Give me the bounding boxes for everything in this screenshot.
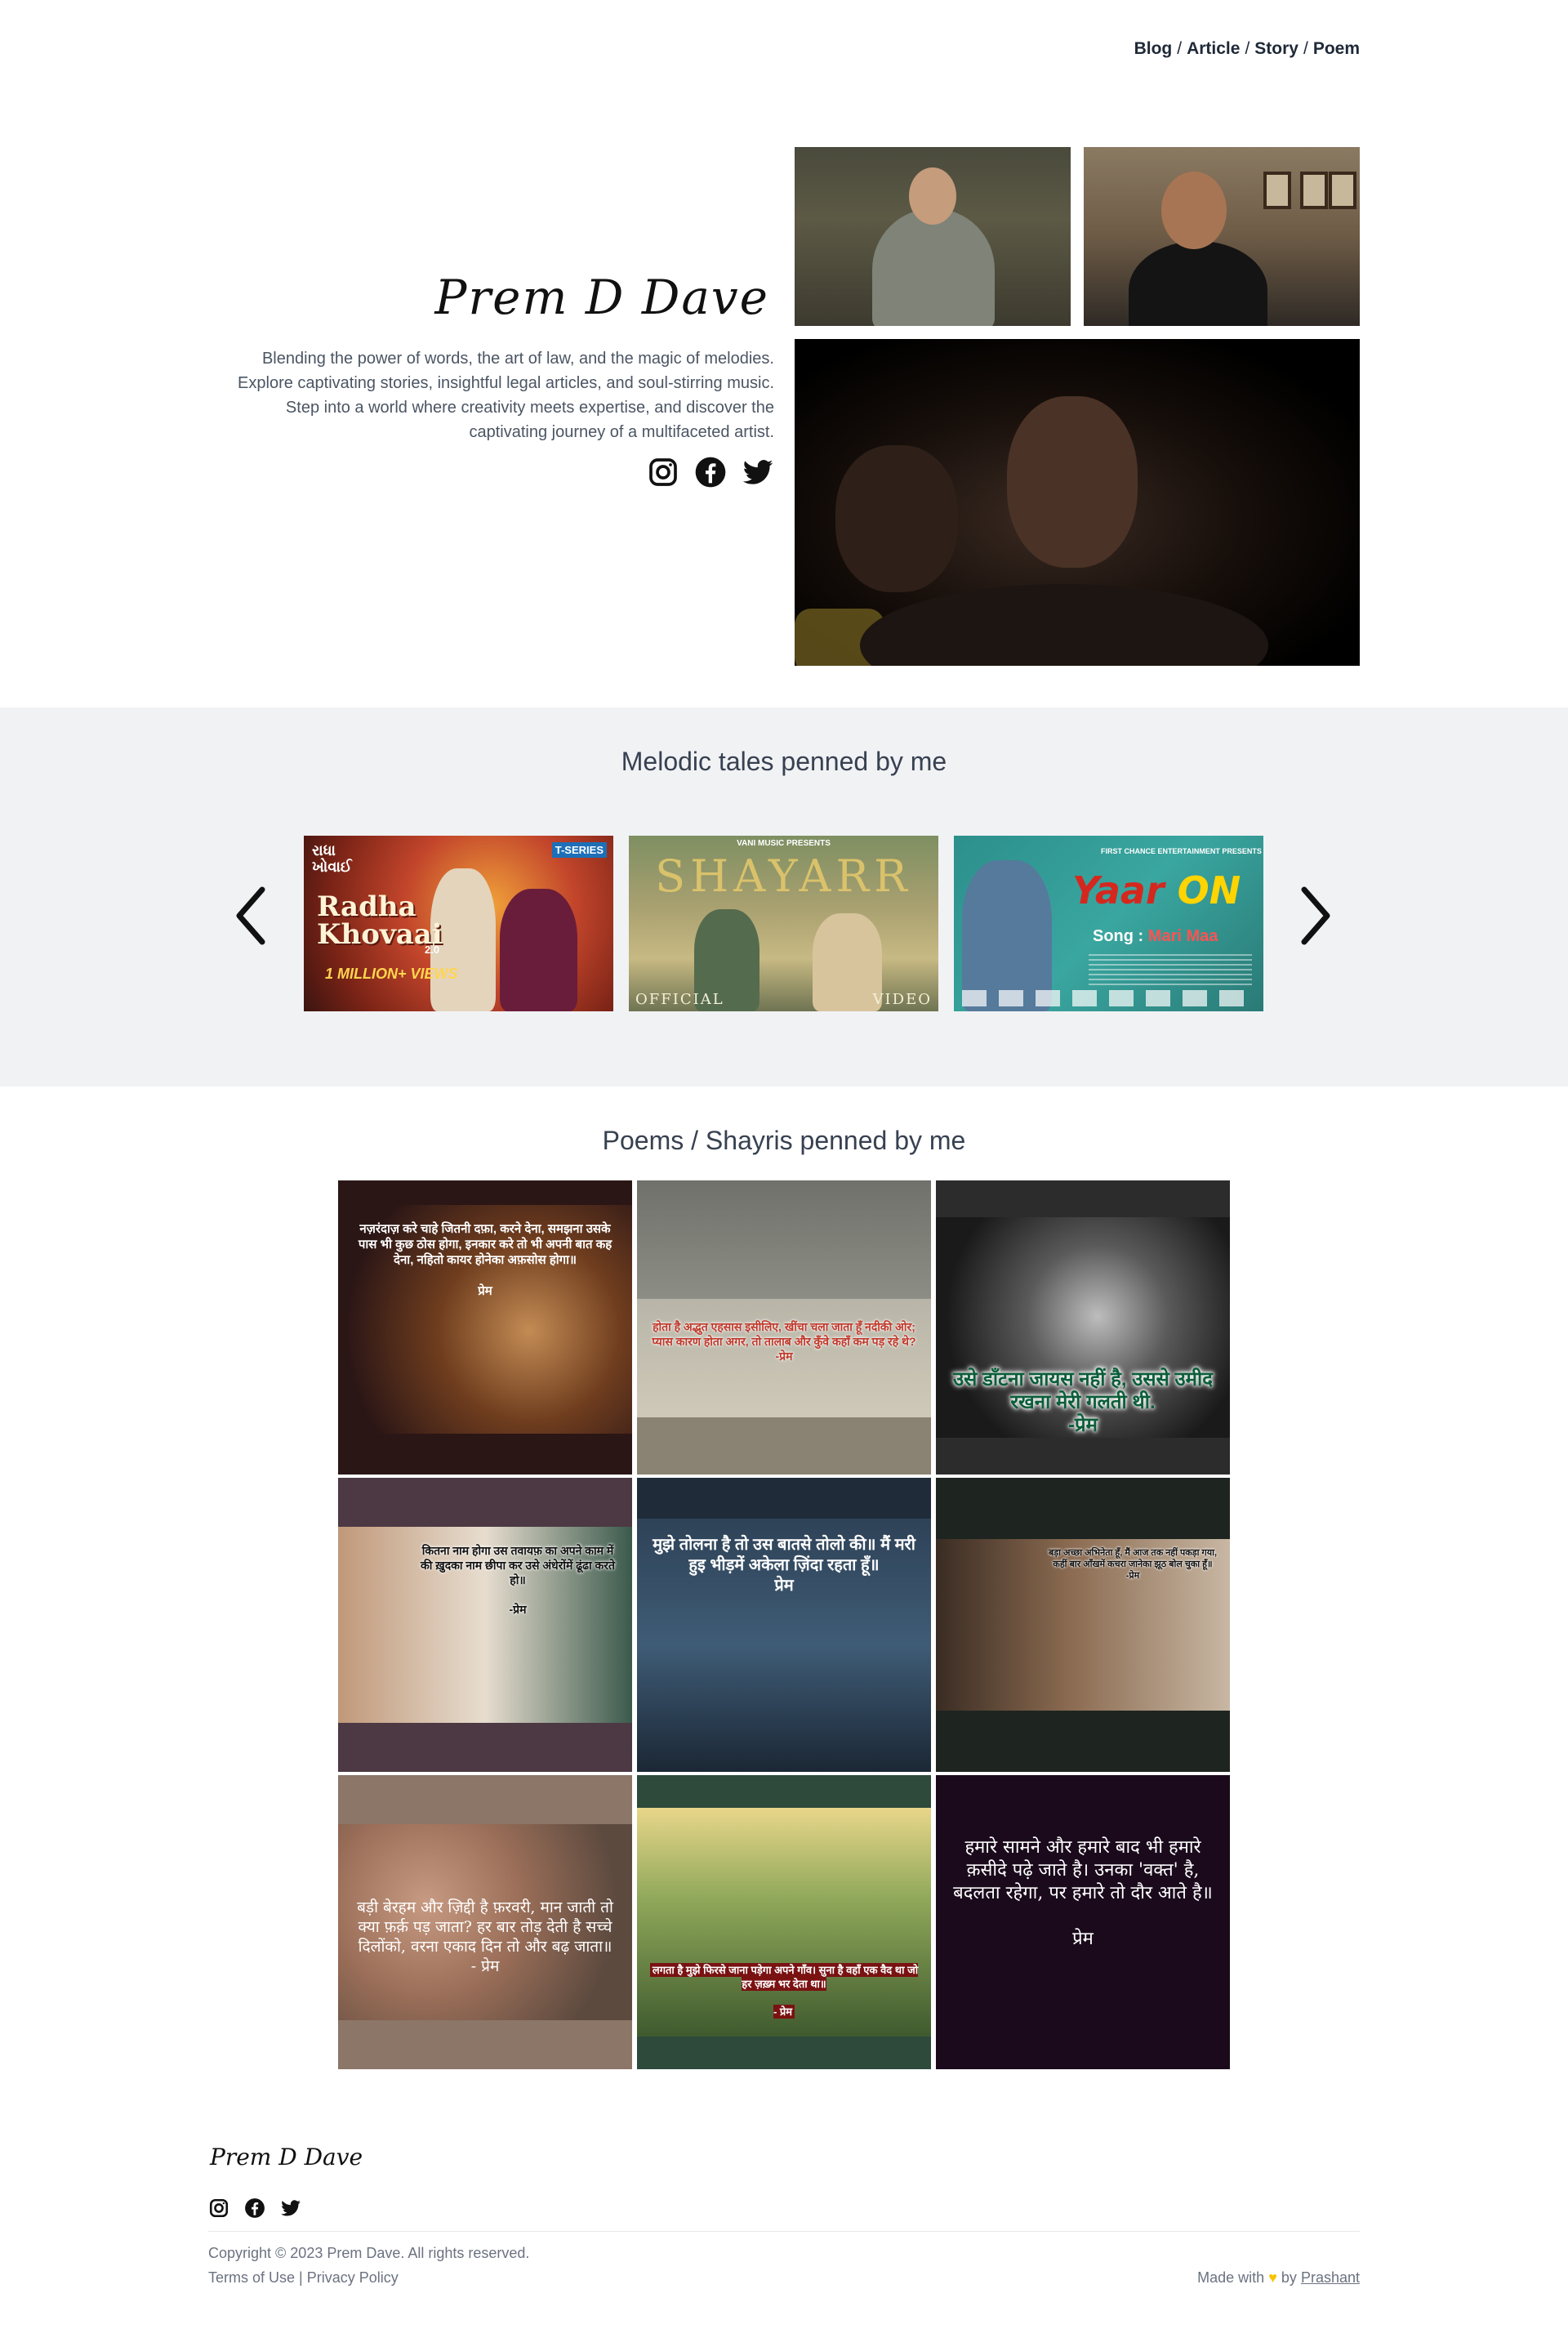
thumb-title: Yaar ON [1072,868,1241,912]
footer-link-separator: | [299,2269,303,2286]
poem-text: मुझे तोलना है तो उस बातसे तोलो की॥ मैं म… [653,1536,915,1595]
thumb-figure [813,913,882,1011]
thumb-views-badge: 1 MILLION+ VIEWS [325,966,458,982]
thumb-presenter: VANI MUSIC PRESENTS [737,839,831,848]
poem-card[interactable]: नज़रंदाज़ करे चाहे जितनी दफ़ा, करने देना… [338,1180,632,1475]
nav-separator: / [1177,39,1183,58]
facebook-icon[interactable] [244,2197,265,2223]
footer-legal-links: Terms of Use | Privacy Policy [208,2269,399,2287]
top-nav: Blog / Article / Story / Poem [1134,39,1360,59]
brand-logo: Prem D Dave [430,270,774,330]
poem-text: बड़ी बेरहम और ज़िद्दी है फ़रवरी, मान जात… [357,1898,613,1975]
thumb-song-label: Song : [1093,927,1144,945]
nav-separator: / [1303,39,1308,58]
poem-text: होता है अद्भुत एहसास इसीलिए, खींचा चला ज… [652,1320,916,1363]
poem-card[interactable]: कितना नाम होगा उस तवायफ़ का अपने काम में… [338,1478,632,1772]
twitter-icon[interactable] [742,456,774,493]
instagram-icon[interactable] [647,456,679,493]
poems-grid: नज़रंदाज़ करे चाहे जितनी दफ़ा, करने देना… [338,1180,1230,2069]
carousel-prev-button[interactable] [231,883,272,948]
poem-card[interactable]: लगता है मुझे फिरसे जाना पड़ेगा अपने गाँव… [637,1775,931,2069]
poem-card[interactable]: बड़ी बेरहम और ज़िद्दी है फ़रवरी, मान जात… [338,1775,632,2069]
chevron-left-icon [236,886,265,945]
photo-figure [872,208,995,326]
poem-card[interactable]: उसे डाँटना जायस नहीं है, उससे उमीद रखना … [936,1180,1230,1475]
footer-social-links [208,2197,301,2223]
poem-card[interactable]: बड़ा अच्छा अभिनेता हूँ, मैं आज तक नहीं प… [936,1478,1230,1772]
hero-paragraph-1: Blending the power of words, the art of … [238,350,774,392]
thumb-title-part: Yaar [1072,868,1165,912]
photo-figure [1129,241,1267,326]
poem-text: उसे डाँटना जायस नहीं है, उससे उमीद रखना … [953,1368,1213,1436]
thumb-song-name: Mari Maa [1147,927,1218,945]
photo-figure-head [835,445,958,592]
thumb-label-logo: T-SERIES [551,842,607,858]
photo-figure [860,584,1268,666]
thumb-figure [962,860,1052,1011]
by-text: by [1281,2269,1297,2286]
poem-image [637,1180,931,1299]
hero-photo-portrait [1084,147,1360,326]
thumb-sponsor-logos [962,990,1255,1006]
wall-frame [1263,172,1291,209]
poems-title: Poems / Shayris penned by me [602,1126,966,1155]
thumb-footer-right: VIDEO [872,991,932,1008]
thumb-presenter: FIRST CHANCE ENTERTAINMENT PRESENTS [1101,847,1262,855]
wall-frame [1329,172,1356,209]
instagram-icon[interactable] [208,2197,229,2223]
poem-text-highlight: लगता है मुझे फिरसे जाना पड़ेगा अपने गाँव… [649,1963,919,2019]
poem-text: कितना नाम होगा उस तवायफ़ का अपने काम में… [420,1544,616,1616]
hero-paragraph-2: Step into a world where creativity meets… [285,399,774,441]
nav-story-link[interactable]: Story [1254,39,1298,58]
thumb-footer-left: OFFICIAL [635,991,724,1008]
footer-divider [208,2231,1360,2232]
footer-copyright: Copyright © 2023 Prem Dave. All rights r… [208,2245,530,2261]
thumb-credits [1089,954,1252,987]
poem-card[interactable]: हमारे सामने और हमारे बाद भी हमारे क़सीदे… [936,1775,1230,2069]
thumb-figure [500,889,577,1011]
poem-text: नज़रंदाज़ करे चाहे जितनी दफ़ा, करने देना… [358,1222,612,1298]
hero-intro: Prem D Dave Blending the power of words,… [208,270,774,493]
thumb-title: Radha Khovaai [317,890,443,951]
nav-separator: / [1245,39,1250,58]
chevron-right-icon [1301,886,1330,945]
photo-figure-head [1161,172,1227,249]
poem-text: बड़ा अच्छा अभिनेता हूँ, मैं आज तक नहीं प… [1048,1548,1218,1581]
thumb-song-line: Song : Mari Maa [1093,927,1218,946]
carousel-next-button[interactable] [1294,883,1335,948]
photo-figure-head [1007,396,1138,568]
poem-text: हमारे सामने और हमारे बाद भी हमारे क़सीदे… [953,1837,1213,1949]
wall-frame [1300,172,1328,209]
hero-photo-conference [795,147,1071,326]
melodic-section: Melodic tales penned by me રાધા ખોવાઈ T-… [0,707,1568,1086]
poem-card[interactable]: मुझे तोलना है तो उस बातसे तोलो की॥ मैं म… [637,1478,931,1772]
thumb-title-part: ON [1177,868,1241,912]
twitter-icon[interactable] [280,2197,301,2223]
photo-figure-head [909,167,956,225]
hero-photo-stage [795,339,1360,666]
melodic-title: Melodic tales penned by me [621,747,947,776]
thumb-title: SHAYARR [655,850,912,902]
thumb-subtitle: 2.0 [425,944,440,956]
nav-poem-link[interactable]: Poem [1313,39,1360,58]
poem-text: लगता है मुझे फिरसे जाना पड़ेगा अपने गाँव… [648,1963,920,2019]
privacy-link[interactable]: Privacy Policy [307,2269,399,2286]
hero-social-links [208,456,774,493]
music-video-thumbnail[interactable]: VANI MUSIC PRESENTS SHAYARR OFFICIAL VID… [629,836,938,1011]
footer-brand-logo[interactable]: Prem D Dave [208,2144,366,2173]
footer-credit: Made with ♥ by Prashant [1197,2269,1360,2287]
nav-article-link[interactable]: Article [1187,39,1240,58]
terms-link[interactable]: Terms of Use [208,2269,295,2286]
music-video-thumbnail[interactable]: FIRST CHANCE ENTERTAINMENT PRESENTS Yaar… [954,836,1263,1011]
facebook-icon[interactable] [694,456,727,493]
nav-blog-link[interactable]: Blog [1134,39,1173,58]
thumb-small-title: રાધા ખોવાઈ [312,842,352,875]
author-link[interactable]: Prashant [1301,2269,1360,2286]
music-video-thumbnail[interactable]: રાધા ખોવાઈ T-SERIES Radha Khovaai 2.0 1 … [304,836,613,1011]
heart-icon: ♥ [1268,2269,1277,2286]
poem-card[interactable]: होता है अद्भुत एहसास इसीलिए, खींचा चला ज… [637,1180,931,1475]
made-with-text: Made with [1197,2269,1265,2286]
